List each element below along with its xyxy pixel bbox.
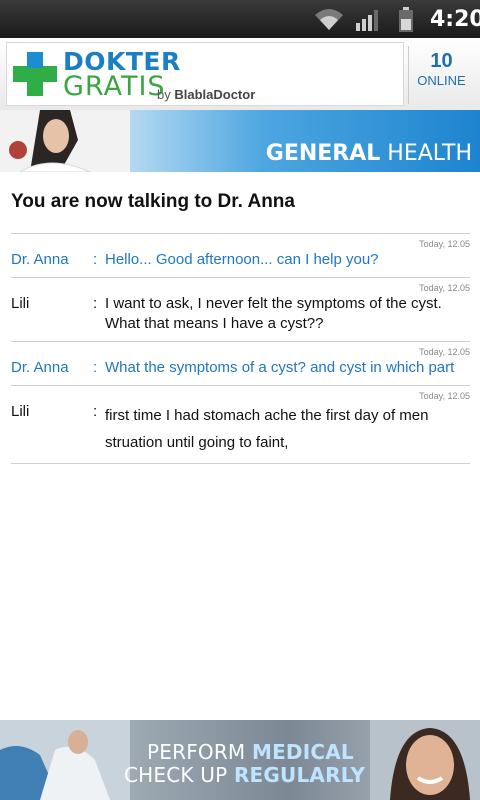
chat-message: Today, 12.05 Lili : I want to ask, I nev… [11,277,470,341]
message-time: Today, 12.05 [419,239,470,249]
message-time: Today, 12.05 [419,391,470,401]
status-time: 4:20 [430,7,480,32]
category-title-strong: GENERAL [265,141,381,166]
footer-ad-banner[interactable]: PERFORM MEDICAL CHECK UP REGULARLY [0,720,480,800]
message-text: I want to ask, I never felt the symptoms… [105,295,442,332]
message-text: first time I had stomach ache the first … [105,407,429,451]
chat-message: Today, 12.05 Dr. Anna : Hello... Good af… [11,233,470,277]
medical-staff-photo [0,720,130,800]
message-separator: : [93,359,98,376]
category-banner: GENERAL HEALTH [0,110,480,172]
message-separator: : [93,251,98,268]
brand-byline: by BlablaDoctor [157,87,255,102]
ad-text-line1: PERFORM MEDICAL [147,740,354,764]
message-text: What the symptoms of a cyst? and cyst in… [105,359,455,376]
category-title-rest: HEALTH [387,141,472,166]
wifi-icon [315,9,343,30]
chat-messages: Today, 12.05 Dr. Anna : Hello... Good af… [11,233,470,464]
ad-line1-accent: MEDICAL [251,740,354,764]
doctor-photo [0,110,130,172]
message-separator: : [93,403,98,420]
ad-line2-part1: CHECK UP [124,763,228,787]
online-label: ONLINE [417,73,466,88]
brand-name-line2: GRATIS [63,71,166,102]
signal-icon [356,10,378,31]
brand-by-name: BlablaDoctor [174,87,256,102]
ad-line1-part1: PERFORM [147,740,246,764]
chat-title: You are now talking to Dr. Anna [11,191,295,212]
smiling-woman-photo [370,720,480,800]
chat-message: Today, 12.05 Lili : first time I had sto… [11,385,470,464]
message-sender: Dr. Anna [11,359,69,376]
ad-text-line2: CHECK UP REGULARLY [124,763,365,787]
message-sender: Dr. Anna [11,251,69,268]
chat-message: Today, 12.05 Dr. Anna : What the symptom… [11,341,470,385]
dokter-gratis-logo[interactable]: DOKTER GRATIS by BlablaDoctor [6,42,404,106]
online-counter[interactable]: 10 ONLINE [408,46,474,104]
medical-cross-icon [13,52,57,96]
battery-icon [399,7,413,32]
category-title: GENERAL HEALTH [266,141,472,166]
message-sender: Lili [11,295,30,312]
online-count: 10 [430,50,453,72]
ad-line2-accent: REGULARLY [233,763,366,787]
app-header: DOKTER GRATIS by BlablaDoctor 10 ONLINE [0,38,480,110]
message-separator: : [93,295,98,312]
brand-by-word: by [157,87,171,102]
message-sender: Lili [11,403,30,420]
message-time: Today, 12.05 [419,347,470,357]
status-bar: 4:20 [0,0,480,38]
message-time: Today, 12.05 [419,283,470,293]
message-text: Hello... Good afternoon... can I help yo… [105,251,379,268]
